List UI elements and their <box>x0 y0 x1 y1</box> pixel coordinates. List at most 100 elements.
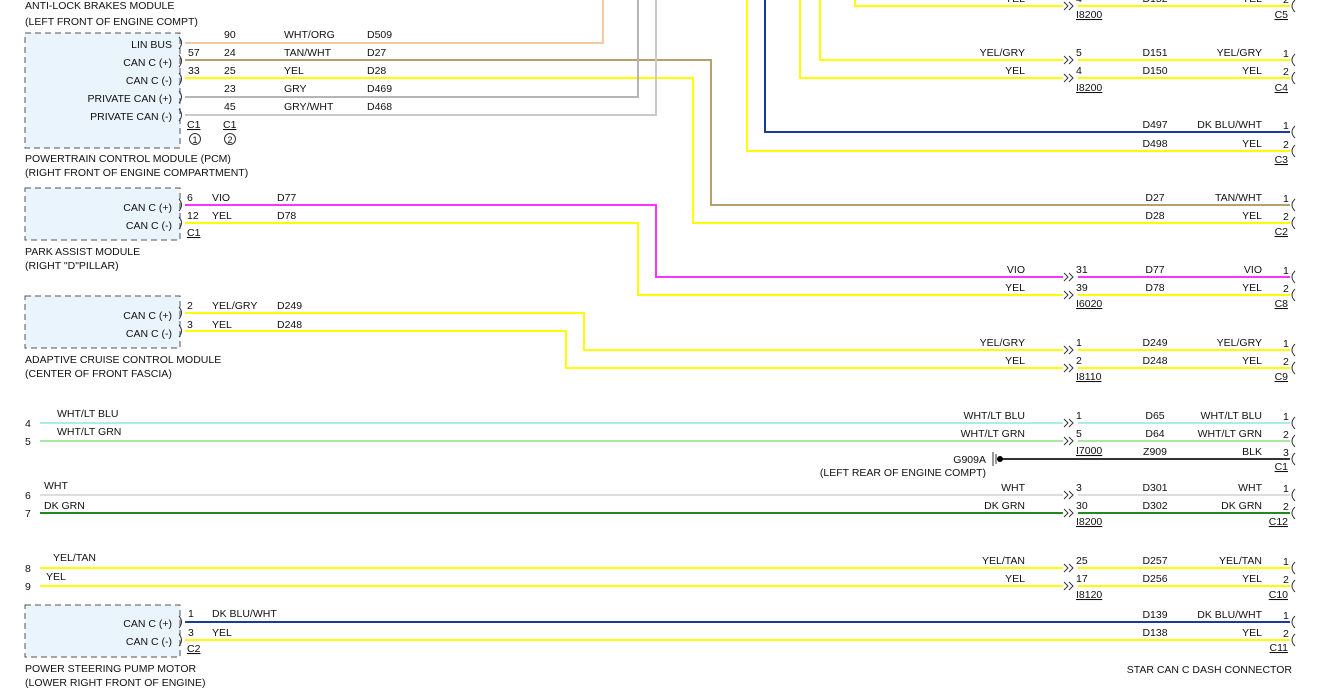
circuit-label: D27 <box>1145 192 1164 204</box>
wire-color-label: YEL <box>1005 65 1025 77</box>
inline-pin-number: 5 <box>1076 47 1082 59</box>
wire-color-label: WHT/ORG <box>284 29 335 41</box>
dash-cavity-icon <box>1291 0 1296 13</box>
inline-connector-arrow-icon <box>1063 290 1069 300</box>
circuit-label: D28 <box>367 65 386 77</box>
dash-pin-number: 2 <box>1283 139 1289 151</box>
inline-pin-number: 31 <box>1076 264 1088 276</box>
pin-number: 3 <box>187 319 193 331</box>
inline-pin-number: 1 <box>1076 410 1082 422</box>
wire-color-label: YEL <box>284 65 304 77</box>
dash-cavity-icon <box>1291 53 1296 67</box>
inline-connector-arrow-icon <box>1063 345 1069 355</box>
wire-color-label: TAN/WHT <box>284 47 332 59</box>
circuit-label: D301 <box>1142 482 1167 494</box>
inline-connector-arrow-icon <box>1068 1 1074 11</box>
acc-module-location: (CENTER OF FRONT FASCIA) <box>25 368 172 380</box>
dash-cavity-icon <box>1291 71 1296 85</box>
wire-color-label: VIO <box>1007 264 1025 276</box>
dash-connector-title: STAR CAN C DASH CONNECTOR <box>1127 664 1293 676</box>
inline-connector-label: I8110 <box>1076 371 1102 383</box>
wire-color-label: WHT/LT BLU <box>1201 410 1262 422</box>
circuit-label: D78 <box>277 210 296 222</box>
wire-d77 <box>185 204 1063 278</box>
pcm-pin-c1: 33 <box>188 65 200 77</box>
pam-connector-label: C1 <box>187 227 201 239</box>
pcm-pin-label: PRIVATE CAN (+) <box>88 93 173 105</box>
inline-pin-number: 30 <box>1076 500 1088 512</box>
inline-connector-arrow-icon <box>1068 272 1074 282</box>
wire-d78 <box>185 222 1063 296</box>
inline-connector-arrow-icon <box>1068 290 1074 300</box>
power-steering-box <box>24 604 181 658</box>
inline-connector-label: I8200 <box>1076 82 1102 94</box>
dash-pin-number: 1 <box>1283 265 1289 277</box>
pcm-pin-c2: 45 <box>224 101 236 113</box>
wire-color-label: YEL <box>1242 355 1262 367</box>
inline-pin-number: 4 <box>1076 65 1082 77</box>
circuit-label: D468 <box>367 101 392 113</box>
acc-module-name: ADAPTIVE CRUISE CONTROL MODULE <box>25 354 221 366</box>
wire-color-label: YEL/GRY <box>212 300 257 312</box>
wire-color-label: DK GRN <box>984 500 1025 512</box>
park-assist-box <box>24 187 181 241</box>
dash-cavity-icon <box>1291 579 1296 593</box>
left-wire-number: 7 <box>25 508 31 520</box>
wire-color-label: YEL <box>1242 0 1262 5</box>
pcm-module-name: POWERTRAIN CONTROL MODULE (PCM) <box>25 153 231 165</box>
abs-module-location: (LEFT FRONT OF ENGINE COMPT) <box>25 16 198 28</box>
inline-connector-arrow-icon <box>1063 418 1069 428</box>
inline-connector-label: I8120 <box>1076 589 1102 601</box>
connector-marker-number: 1 <box>192 135 197 145</box>
inline-connector-arrow-icon <box>1068 55 1074 65</box>
pcm-connector-label: C1 <box>187 119 201 131</box>
wire-color-label: YEL/TAN <box>982 555 1025 567</box>
wire-d151 <box>819 0 1063 61</box>
dash-connector-label: C9 <box>1275 371 1289 383</box>
circuit-label: D64 <box>1145 428 1164 440</box>
pcm-pin-c2: 25 <box>224 65 236 77</box>
wire-color-label: DK BLU/WHT <box>1197 609 1262 621</box>
pam-module-location: (RIGHT "D"PILLAR) <box>25 260 119 272</box>
inline-connector-label: I6020 <box>1076 298 1102 310</box>
circuit-label: D509 <box>367 29 392 41</box>
inline-pin-number: 2 <box>1076 355 1082 367</box>
pin-number: 2 <box>187 300 193 312</box>
circuit-label: D139 <box>1142 609 1167 621</box>
circuit-label: D257 <box>1142 555 1167 567</box>
pin-number: 6 <box>187 192 193 204</box>
wire-color-label: DK BLU/WHT <box>1197 119 1262 131</box>
inline-connector-arrow-icon <box>1063 73 1069 83</box>
circuit-label: D78 <box>1145 282 1164 294</box>
inline-connector-arrow-icon <box>1063 508 1069 518</box>
wire-color-label: WHT <box>1238 482 1262 494</box>
dash-connector-label: C5 <box>1275 9 1289 21</box>
wire-color-label: WHT/LT BLU <box>964 410 1025 422</box>
wire-color-label: YEL <box>1005 355 1025 367</box>
dash-pin-number: 2 <box>1283 574 1289 586</box>
inline-pin-number: 39 <box>1076 282 1088 294</box>
ground-location: (LEFT REAR OF ENGINE COMPT) <box>820 467 986 479</box>
wire-color-label: WHT <box>44 480 68 492</box>
left-wire-number: 8 <box>25 563 31 575</box>
pcm-pin-label: PRIVATE CAN (-) <box>90 111 172 123</box>
pin-number: 3 <box>188 627 194 639</box>
circuit-label: D497 <box>1142 119 1167 131</box>
dash-pin-number: 2 <box>1283 211 1289 223</box>
circuit-label: D256 <box>1142 573 1167 585</box>
wire-color-label: YEL <box>1242 573 1262 585</box>
wire-color-label: YEL/TAN <box>1219 555 1262 567</box>
wire-color-label: YEL <box>1242 627 1262 639</box>
inline-connector-arrow-icon <box>1063 490 1069 500</box>
dash-connector-labels: YEL 4 D152 YEL 2 YEL/GRY 5 D151 YEL/GRY 1 YEL 4 D150… <box>961 0 1289 654</box>
dash-connector-label: C4 <box>1275 82 1289 94</box>
dash-pin-number: 2 <box>1283 429 1289 441</box>
inline-connector-arrows <box>1063 1 1074 591</box>
pcm-pin-c1: 57 <box>188 47 200 59</box>
wire-color-label: DK GRN <box>1221 500 1262 512</box>
wire-color-label: YEL <box>1242 282 1262 294</box>
wire-color-label: YEL <box>1005 282 1025 294</box>
left-wire-number: 4 <box>25 418 31 430</box>
wire-color-label: WHT/LT BLU <box>57 408 118 420</box>
circuit-label: D248 <box>277 319 302 331</box>
